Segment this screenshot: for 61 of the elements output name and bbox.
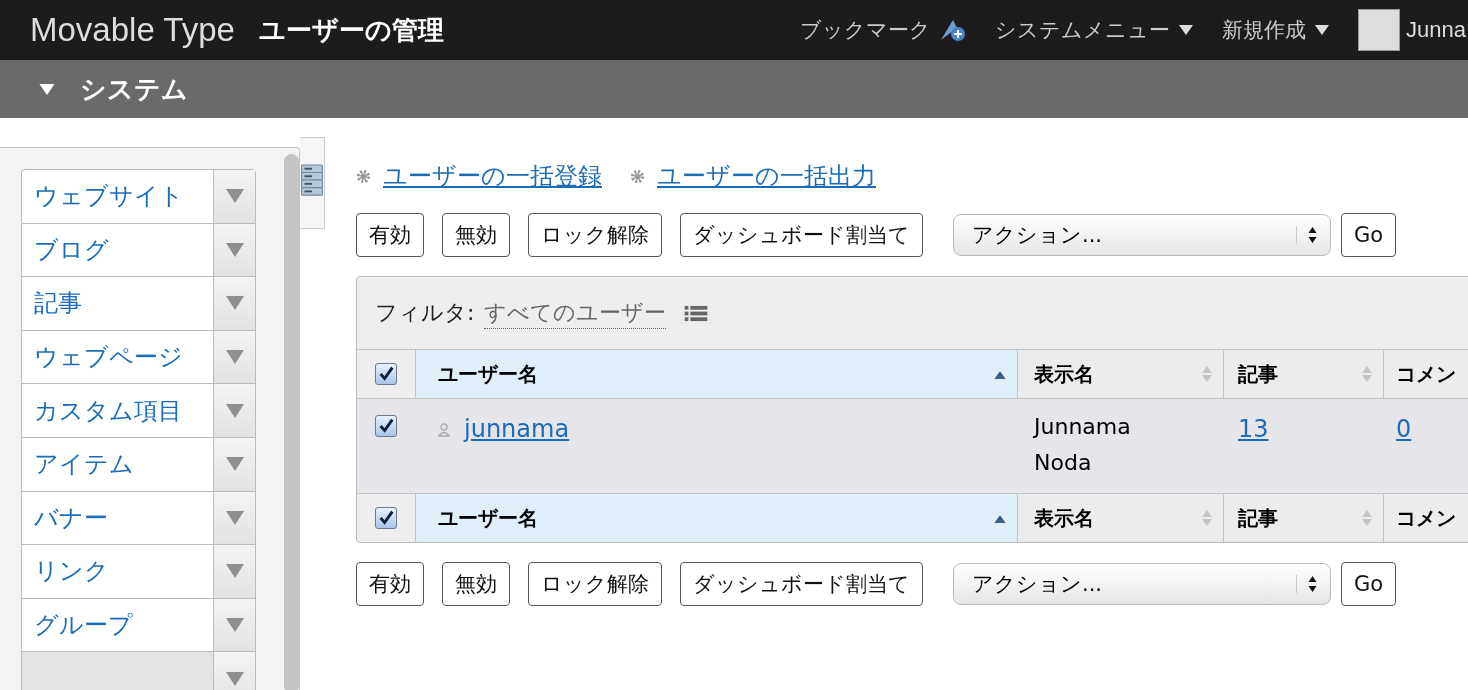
checkbox[interactable] <box>375 363 397 385</box>
sort-icon <box>1361 509 1373 527</box>
action-button[interactable]: 有効 <box>356 213 424 257</box>
bulk-link[interactable]: ユーザーの一括出力 <box>657 160 876 192</box>
sidebar-item[interactable]: リンク <box>21 545 256 599</box>
up-down-arrows-icon[interactable] <box>1296 226 1318 244</box>
column-header[interactable]: ユーザー名 <box>415 350 1017 398</box>
bookmark-add-icon[interactable] <box>939 18 968 42</box>
action-button[interactable]: 無効 <box>442 213 510 257</box>
sort-ascending-icon <box>993 513 1007 523</box>
action-button[interactable]: 無効 <box>442 562 510 606</box>
username-link[interactable]: junnama <box>464 415 570 443</box>
nav-menu-label[interactable]: ブックマーク <box>800 16 932 44</box>
nav-menu-label[interactable]: システムメニュー <box>995 16 1171 44</box>
action-button[interactable]: ダッシュボード割当て <box>680 213 923 257</box>
bulk-link[interactable]: ユーザーの一括登録 <box>383 160 602 192</box>
go-button[interactable]: Go <box>1341 562 1397 606</box>
sidebar-item[interactable]: バナー <box>21 491 256 546</box>
checkbox[interactable] <box>375 415 397 437</box>
action-select[interactable]: アクション... <box>953 563 1331 605</box>
filter-label: フィルタ: <box>375 299 475 327</box>
column-header[interactable]: ユーザー名 <box>415 494 1017 542</box>
sort-icon <box>1201 509 1213 527</box>
action-button[interactable]: ロック解除 <box>528 562 662 606</box>
sidebar-item[interactable]: ウェブサイト <box>21 169 256 224</box>
display-name: Junnama Noda <box>1034 413 1132 477</box>
up-down-arrows-icon[interactable] <box>1296 575 1318 593</box>
sidebar-item[interactable]: 記事 <box>21 277 256 331</box>
sort-icon <box>1201 365 1213 383</box>
dropdown-caret-icon[interactable] <box>1178 24 1195 36</box>
action-button[interactable]: 有効 <box>356 562 424 606</box>
expand-caret-icon[interactable] <box>38 82 56 96</box>
user-icon <box>438 423 450 437</box>
sort-icon <box>1361 365 1373 383</box>
server-icon <box>300 164 324 198</box>
filter-value[interactable]: すべてのユーザー <box>484 297 667 329</box>
gear-icon <box>356 168 371 184</box>
sort-ascending-icon <box>993 369 1007 379</box>
scope-label[interactable]: システム <box>80 71 188 107</box>
entry-count-link[interactable]: 13 <box>1238 415 1269 443</box>
page-title: ユーザーの管理 <box>258 13 444 47</box>
nav-menu-label[interactable]: 新規作成 <box>1222 16 1307 44</box>
avatar-icon[interactable] <box>1358 9 1401 51</box>
list-icon[interactable] <box>684 304 709 322</box>
scrollbar[interactable] <box>284 154 299 690</box>
sidebar-item[interactable]: グループ <box>21 598 256 653</box>
sidebar-item[interactable]: アイテム <box>21 437 256 492</box>
action-button[interactable]: ダッシュボード割当て <box>680 562 923 606</box>
go-button[interactable]: Go <box>1341 213 1397 257</box>
sidebar-tab[interactable] <box>300 137 325 229</box>
user-name[interactable]: Junna <box>1406 17 1466 43</box>
sidebar-item[interactable]: ウェブページ <box>21 330 256 385</box>
sidebar-item[interactable]: ブログ <box>21 223 256 278</box>
sidebar-item[interactable]: カスタム項目 <box>21 384 256 438</box>
checkbox[interactable] <box>375 507 397 529</box>
logo[interactable]: Movable Type <box>30 11 235 49</box>
comment-count-link[interactable]: 0 <box>1396 415 1412 443</box>
action-select[interactable]: アクション... <box>953 214 1331 256</box>
gear-icon <box>630 168 645 184</box>
action-button[interactable]: ロック解除 <box>528 213 662 257</box>
dropdown-caret-icon[interactable] <box>1314 24 1331 36</box>
